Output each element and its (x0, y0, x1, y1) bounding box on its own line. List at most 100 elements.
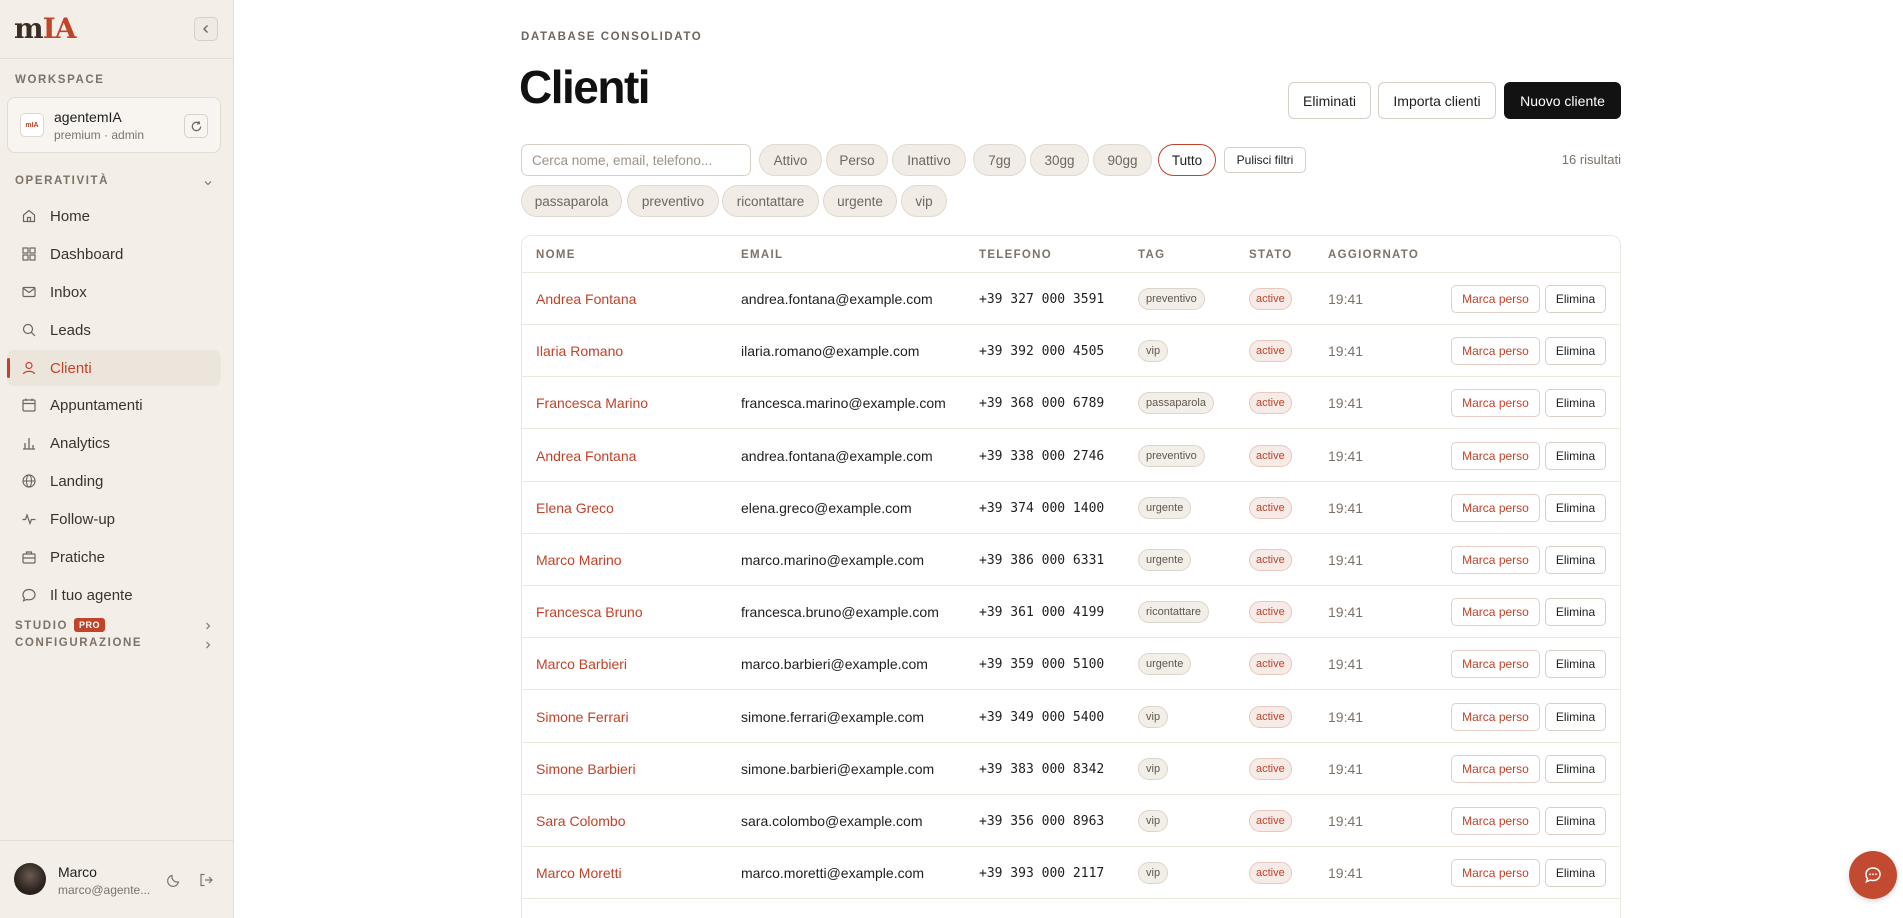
filter-tag-vip[interactable]: vip (901, 185, 947, 217)
import-clients-button[interactable]: Importa clienti (1378, 82, 1496, 119)
filter-tag-ricontattare[interactable]: ricontattare (722, 185, 819, 217)
delete-button[interactable]: Elimina (1545, 493, 1606, 522)
client-name-link[interactable]: Francesca Bruno (536, 604, 643, 620)
delete-button[interactable]: Elimina (1545, 598, 1606, 627)
avatar[interactable] (14, 863, 46, 895)
table-row[interactable]: Francesca Bruno francesca.bruno@example.c… (522, 586, 1620, 639)
client-name-link[interactable]: Marco Marino (536, 552, 622, 568)
filter-status-attivo[interactable]: Attivo (759, 144, 822, 176)
delete-button[interactable]: Elimina (1545, 337, 1606, 366)
client-name-link[interactable]: Francesca Marino (536, 395, 648, 411)
sidebar-item-analytics[interactable]: Analytics (7, 425, 221, 461)
table-row[interactable]: Francesca Marino francesca.marino@example… (522, 377, 1620, 430)
column-header-email[interactable]: EMAIL (741, 249, 783, 261)
client-name-link[interactable]: Sara Colombo (536, 813, 626, 829)
sidebar-item-pratiche[interactable]: Pratiche (7, 539, 221, 575)
sidebar-item-clienti[interactable]: Clienti (7, 350, 221, 386)
sidebar-item-inbox[interactable]: Inbox (7, 274, 221, 310)
client-name-link[interactable]: Elena Greco (536, 500, 614, 516)
mark-lost-button[interactable]: Marca perso (1451, 807, 1540, 835)
workspace-card[interactable]: mIA agentemIA premium · admin (7, 97, 221, 153)
search-input[interactable] (521, 144, 751, 176)
delete-button[interactable]: Elimina (1545, 546, 1606, 574)
chevron-right-icon[interactable] (203, 621, 213, 631)
new-client-button[interactable]: Nuovo cliente (1504, 82, 1621, 119)
deleted-clients-button[interactable]: Eliminati (1288, 82, 1371, 119)
table-row[interactable]: Sara Colombo sara.colombo@example.com +39 … (522, 795, 1620, 847)
sidebar-item-landing[interactable]: Landing (7, 463, 221, 499)
column-header-stato[interactable]: STATO (1249, 249, 1293, 261)
configurazione-section[interactable]: CONFIGURAZIONE (15, 637, 142, 649)
table-row[interactable]: Marco Barbieri marco.barbieri@example.com… (522, 638, 1620, 691)
mark-lost-button[interactable]: Marca perso (1451, 859, 1540, 888)
table-row[interactable]: Elena Greco elena.greco@example.com +39 37… (522, 482, 1620, 534)
mark-lost-button[interactable]: Marca perso (1451, 754, 1540, 783)
app-logo[interactable]: mIA (14, 12, 76, 45)
column-header-tag[interactable]: TAG (1138, 249, 1165, 261)
studio-section[interactable]: STUDIO PRO (15, 618, 106, 632)
mark-lost-button[interactable]: Marca perso (1451, 285, 1540, 313)
logout-icon[interactable] (198, 872, 214, 888)
switch-workspace-button[interactable] (184, 114, 208, 138)
table-row[interactable]: Simone Ferrari simone.ferrari@example.com… (522, 691, 1620, 743)
mark-lost-button[interactable]: Marca perso (1451, 702, 1540, 731)
sidebar-item-follow-up[interactable]: Follow-up (7, 501, 221, 537)
sidebar-item-home[interactable]: Home (7, 198, 221, 234)
mark-lost-button[interactable]: Marca perso (1451, 650, 1540, 679)
sidebar-item-dashboard[interactable]: Dashboard (7, 236, 221, 272)
sidebar-item-leads[interactable]: Leads (7, 312, 221, 348)
client-name-link[interactable]: Andrea Fontana (536, 448, 636, 464)
column-header-aggiornato[interactable]: AGGIORNATO (1328, 249, 1419, 261)
delete-button[interactable]: Elimina (1545, 441, 1606, 470)
client-name-link[interactable]: Marco Barbieri (536, 656, 627, 672)
delete-button[interactable]: Elimina (1545, 650, 1606, 679)
chat-fab-button[interactable] (1849, 851, 1897, 899)
filter-period-tutto[interactable]: Tutto (1158, 144, 1216, 176)
filter-status-inattivo[interactable]: Inattivo (892, 144, 966, 176)
sidebar-item-appuntamenti[interactable]: Appuntamenti (7, 387, 221, 423)
studio-label: STUDIO (15, 620, 69, 632)
delete-button[interactable]: Elimina (1545, 389, 1606, 418)
table-row[interactable]: Ilaria Romano ilaria.romano@example.com +3… (522, 325, 1620, 378)
moon-icon[interactable] (166, 872, 182, 888)
mark-lost-button[interactable]: Marca perso (1451, 441, 1540, 470)
chevron-down-icon[interactable] (203, 178, 213, 188)
logo-row: mIA (0, 0, 234, 59)
delete-button[interactable]: Elimina (1545, 859, 1606, 888)
filter-tag-urgente[interactable]: urgente (823, 185, 897, 217)
delete-button[interactable]: Elimina (1545, 754, 1606, 783)
operativita-section-label: OPERATIVITÀ (15, 175, 110, 187)
filter-tag-passaparola[interactable]: passaparola (521, 185, 622, 217)
clear-filters-button[interactable]: Pulisci filtri (1224, 147, 1306, 173)
delete-button[interactable]: Elimina (1545, 702, 1606, 731)
status-badge: active (1249, 444, 1292, 467)
delete-button[interactable]: Elimina (1545, 285, 1606, 313)
filter-period-30gg[interactable]: 30gg (1030, 144, 1089, 176)
column-header-telefono[interactable]: TELEFONO (979, 249, 1052, 261)
table-row[interactable]: Andrea Fontana andrea.fontana@example.com… (522, 273, 1620, 325)
table-row[interactable]: Marco Marino marco.marino@example.com +39 … (522, 534, 1620, 586)
delete-button[interactable]: Elimina (1545, 807, 1606, 835)
client-name-link[interactable]: Simone Ferrari (536, 709, 629, 725)
table-row[interactable]: Simone Barbieri simone.barbieri@example.c… (522, 743, 1620, 795)
mark-lost-button[interactable]: Marca perso (1451, 546, 1540, 574)
mark-lost-button[interactable]: Marca perso (1451, 337, 1540, 366)
chevron-right-icon[interactable] (203, 640, 213, 650)
filter-period-7gg[interactable]: 7gg (973, 144, 1026, 176)
sidebar-item-il-tuo-agente[interactable]: Il tuo agente (7, 577, 221, 613)
filter-period-90gg[interactable]: 90gg (1093, 144, 1152, 176)
mark-lost-button[interactable]: Marca perso (1451, 493, 1540, 522)
client-name-link[interactable]: Ilaria Romano (536, 343, 623, 359)
column-header-nome[interactable]: NOME (536, 249, 576, 261)
mark-lost-button[interactable]: Marca perso (1451, 389, 1540, 418)
table-row[interactable]: Marco Moretti marco.moretti@example.com +3… (522, 847, 1620, 900)
filter-tag-preventivo[interactable]: preventivo (627, 185, 719, 217)
filter-status-perso[interactable]: Perso (826, 144, 888, 176)
client-phone: +39 392 000 4505 (979, 344, 1105, 360)
client-name-link[interactable]: Marco Moretti (536, 865, 622, 881)
client-name-link[interactable]: Simone Barbieri (536, 761, 636, 777)
table-row[interactable]: Andrea Fontana andrea.fontana@example.com… (522, 430, 1620, 482)
collapse-sidebar-button[interactable] (194, 17, 218, 41)
client-name-link[interactable]: Andrea Fontana (536, 291, 636, 307)
mark-lost-button[interactable]: Marca perso (1451, 598, 1540, 627)
